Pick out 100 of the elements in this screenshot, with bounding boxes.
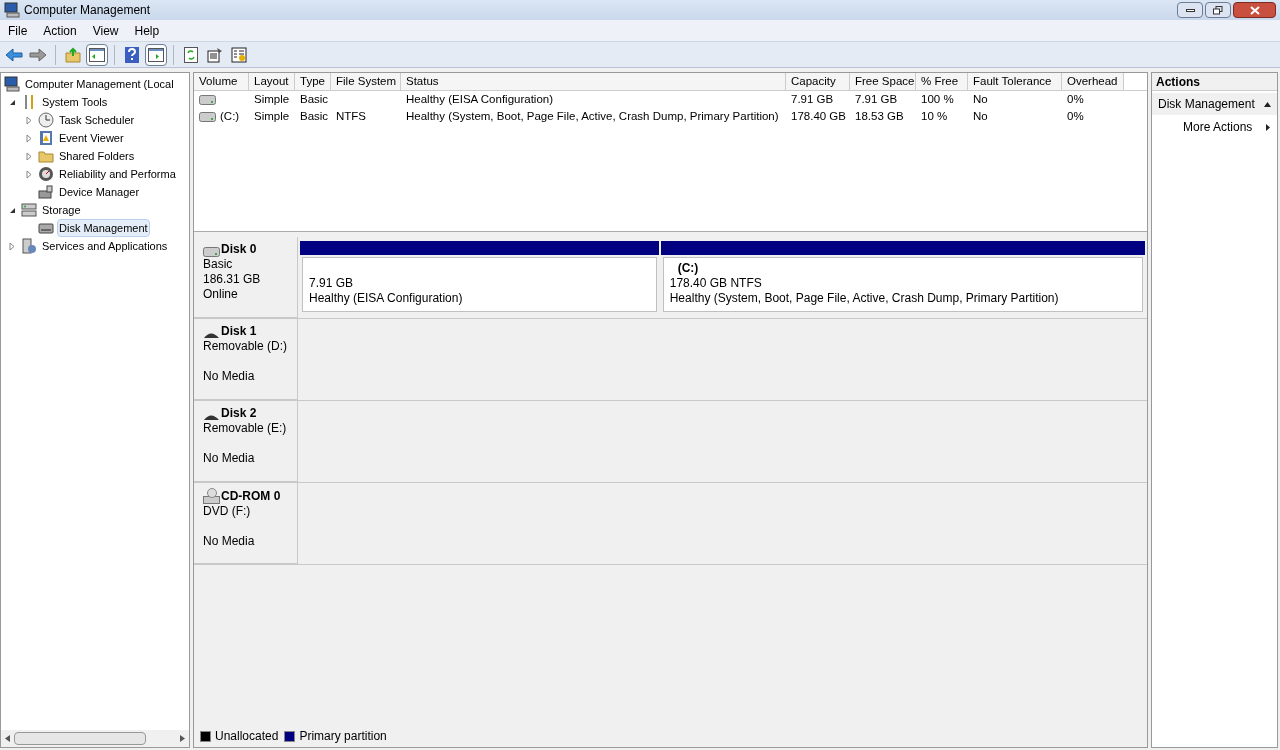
table-cell-text: Healthy (EISA Configuration) [406,91,554,107]
table-cell-text: Simple [254,108,290,124]
partition-status: Healthy (System, Boot, Page File, Active, Crash Dump, Primary Partition) [669,291,1060,306]
menu-item[interactable]: File [0,21,36,40]
tree-item[interactable]: Services and Applications [40,236,170,256]
column-header[interactable]: Volume [194,73,249,90]
column-header[interactable]: Type [295,73,331,90]
column-header[interactable]: Layout [249,73,295,90]
table-cell-text: No [973,91,988,107]
expanded-arrow-icon[interactable] [8,98,16,106]
collapsed-arrow-icon[interactable] [26,115,32,125]
actions-title: Actions [1152,73,1277,91]
menu-item[interactable]: Help [126,21,168,40]
window-title: Computer Management [24,2,151,19]
tree-item[interactable]: Disk Management [57,218,150,238]
tree-item[interactable]: System Tools [40,92,110,112]
table-cell-text: Simple [254,91,290,107]
table-cell-text: Basic [300,91,329,107]
action-link[interactable]: More Actions [1183,118,1266,136]
disk-detail: DVD (F:) [203,504,252,519]
disk-status: No Media [203,451,256,466]
column-header[interactable]: Capacity [786,73,850,90]
column-header[interactable]: File System [331,73,401,90]
tree-item[interactable]: Storage [40,200,83,220]
close-button[interactable] [1233,2,1276,18]
column-header[interactable]: Free Space [850,73,916,90]
disk-name: Disk 1 [221,324,257,339]
disk-size: 186.31 GB [203,272,262,287]
disk-info-panel[interactable]: CD-ROM 0 DVD (F:) No Media [194,483,298,564]
table-cell-text: 0% [1067,108,1084,124]
disk-info-panel[interactable]: Disk 0 Basic 186.31 GB Online [194,237,298,318]
minimize-icon [1185,8,1195,12]
minimize-button[interactable] [1177,2,1203,18]
gauge-icon [38,166,54,182]
disk-name: Disk 0 [221,242,257,257]
table-cell-text: 7.91 GB [855,91,898,107]
collapse-caret-icon[interactable] [1264,101,1271,107]
action-pane-button[interactable] [145,43,167,66]
log-icon [38,130,54,146]
column-header[interactable]: Fault Tolerance [968,73,1062,90]
close-icon [1249,5,1260,15]
tree-item[interactable]: Reliability and Performa [57,164,178,184]
expanded-arrow-icon[interactable] [8,206,16,214]
table-cell-text: 100 % [921,91,954,107]
tree-item[interactable]: Task Scheduler [57,110,137,130]
disk-name: CD-ROM 0 [221,489,281,504]
collapsed-arrow-icon[interactable] [26,133,32,143]
table-cell-text: No [973,108,988,124]
tree-item[interactable]: Computer Management (Local [23,74,176,94]
actions-section-header[interactable]: Disk Management [1152,93,1277,115]
horizontal-scrollbar[interactable] [1,730,189,747]
disk-detail: Removable (D:) [203,339,288,354]
disk-name: Disk 2 [221,406,257,421]
disk-status: Online [203,287,239,302]
computer-icon [4,76,20,92]
removable-drive-icon [203,413,220,421]
restore-button[interactable] [1205,2,1231,18]
disk-info-panel[interactable]: Disk 1 Removable (D:) No Media [194,319,298,400]
device-icon [38,184,54,200]
clock-icon [38,112,54,128]
disk-status: No Media [203,534,256,549]
computer-icon [4,2,20,18]
table-cell-text: Basic [300,108,329,124]
disk-detail: Removable (E:) [203,421,288,436]
table-cell-text: 0% [1067,91,1084,107]
table-cell-text: 18.53 GB [855,108,904,124]
restore-icon [1213,5,1223,15]
storage-icon [21,202,37,218]
table-cell-text: 10 % [921,108,948,124]
section-title: Disk Management [1158,96,1256,113]
disk-info-panel[interactable]: Disk 2 Removable (E:) No Media [194,401,298,482]
table-cell-text: Healthy (System, Boot, Page File, Active, Crash Dump, Primary Partition) [406,108,779,124]
scroll-left-icon[interactable] [5,735,10,742]
partition-status: Healthy (EISA Configuration) [309,291,464,306]
column-header[interactable]: Status [401,73,786,90]
tree-item[interactable]: Event Viewer [57,128,126,148]
collapsed-arrow-icon[interactable] [26,169,32,179]
tree-item[interactable]: Device Manager [57,182,142,202]
scroll-right-icon[interactable] [180,735,185,742]
table-cell-text: NTFS [336,108,367,124]
disk-status: No Media [203,369,256,384]
services-icon [21,238,37,254]
folder-icon [38,148,54,164]
partition-label: (C:) [676,261,700,276]
table-cell-text: 178.40 GB [791,108,846,124]
collapsed-arrow-icon[interactable] [26,151,32,161]
tree-item[interactable]: Shared Folders [57,146,137,166]
table-cell-text: (C:) [220,108,240,124]
partition-size: 178.40 GB NTFS [669,276,763,291]
table-cell-text: 7.91 GB [791,91,834,107]
column-header[interactable]: % Free [916,73,968,90]
removable-drive-icon [203,331,220,339]
collapsed-arrow-icon[interactable] [9,241,15,251]
menu-item[interactable]: View [84,21,127,40]
cd-drive-icon [203,488,220,504]
console-tree-button[interactable] [86,43,108,66]
partition-size: 7.91 GB [309,276,355,291]
disk-detail: Basic [203,257,234,272]
menu-item[interactable]: Action [35,21,85,40]
column-header[interactable]: Overhead [1062,73,1124,90]
